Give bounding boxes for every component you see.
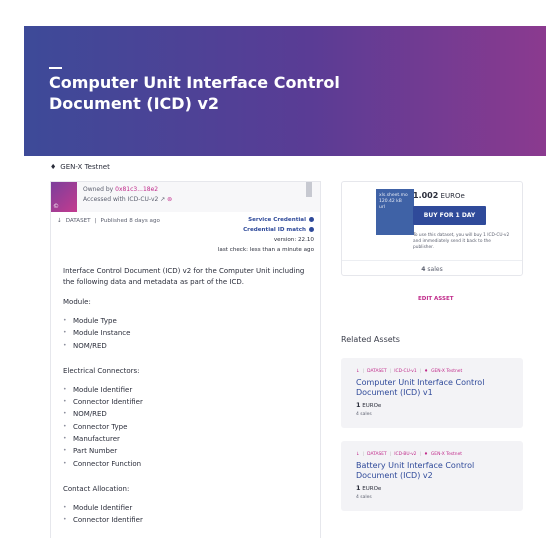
check-icon (309, 217, 314, 222)
edit-asset-link[interactable]: EDIT ASSET (418, 296, 453, 302)
related-asset-title[interactable]: Computer Unit Interface Control Document… (356, 378, 516, 398)
related-price-value: 1 (356, 401, 361, 409)
list-item: Connector Identifier (63, 514, 313, 527)
asset-type: DATASET (65, 218, 91, 224)
file-type: url (379, 205, 385, 210)
section-title: Contact Allocation: (63, 484, 130, 493)
download-icon: ↓ (356, 369, 360, 374)
section-list: Module Identifier Connector Identifier (63, 502, 313, 527)
section-title: Module: (63, 298, 91, 306)
page-title: Computer Unit Interface Control Document… (49, 73, 340, 113)
network-label: GEN-X Testnet (60, 163, 110, 171)
list-item: Manufacturer (63, 433, 313, 446)
metamask-icon[interactable]: ⊚ (167, 196, 172, 203)
description-intro: Interface Control Document (ICD) v2 for … (63, 267, 305, 286)
list-item: Module Type (63, 315, 313, 328)
related-asset-price: 1 EUROe (356, 484, 381, 492)
network-icon: ♦ (424, 369, 429, 374)
related-price-currency: EUROe (362, 403, 382, 409)
related-asset-card[interactable]: ↓ | DATASET | ICD-CU-v1 | ♦ GEN-X Testnet C… (341, 358, 523, 428)
asset-page: Computer Unit Interface Control Document… (0, 0, 546, 538)
list-item: Part Number (63, 445, 313, 458)
related-asset-sales: 4 sales (356, 495, 372, 500)
related-asset-price: 1 EUROe (356, 401, 381, 409)
sales-count: 4 sales (342, 260, 522, 273)
list-item: NOM/RED (63, 408, 313, 421)
external-link-icon[interactable]: ↗ (158, 196, 165, 203)
service-credential[interactable]: Service Credential (248, 217, 306, 223)
section-title: Electrical Connectors: (63, 366, 140, 375)
list-item: Module Identifier (63, 384, 313, 397)
network-icon: ♦ (423, 452, 428, 457)
file-thumbnail: xls.sheet.mo 120.42 kB url (376, 189, 414, 235)
datatoken-link[interactable]: ICD-CU-v2 (128, 196, 159, 203)
price-value: 1.002 (413, 191, 439, 200)
asset-description: Interface Control Document (ICD) v2 for … (63, 266, 313, 527)
list-item: Module Identifier (63, 502, 313, 515)
sales-label: sales (427, 266, 443, 273)
related-asset-tags: ↓ | DATASET | ICD-BU-v2 | ♦ GEN-X Testnet (356, 452, 462, 457)
owner-row: © Owned by 0x81c3...18e2 Accessed with I… (51, 182, 320, 212)
network-badge: ♦ GEN-X Testnet (50, 163, 110, 171)
price-currency: EUROe (440, 192, 465, 200)
related-price-value: 1 (356, 484, 361, 492)
list-item: Connector Type (63, 421, 313, 434)
meta-separator: | (94, 218, 97, 224)
owner-address-link[interactable]: 0x81c3...18e2 (115, 186, 158, 193)
sales-number: 4 (421, 266, 426, 273)
related-asset-sales: 4 sales (356, 412, 372, 417)
related-assets-heading: Related Assets (341, 335, 400, 344)
list-item: Connector Function (63, 458, 313, 471)
related-asset-title[interactable]: Battery Unit Interface Control Document … (356, 461, 516, 481)
related-asset-tags: ↓ | DATASET | ICD-CU-v1 | ♦ GEN-X Testnet (356, 369, 463, 374)
price: 1.002 EUROe (413, 191, 465, 200)
asset-details-card: © Owned by 0x81c3...18e2 Accessed with I… (50, 181, 321, 538)
accessed-with-label: Accessed with (83, 196, 126, 203)
buy-panel: xls.sheet.mo 120.42 kB url 1.002 EUROe B… (341, 181, 523, 276)
bookmark-icon[interactable] (306, 182, 312, 197)
owned-by-label: Owned by (83, 186, 114, 193)
section-list: Module Identifier Connector Identifier N… (63, 384, 313, 470)
buy-button[interactable]: BUY FOR 1 DAY (413, 206, 486, 225)
published-date: Published 8 days ago (100, 218, 160, 224)
list-item: Connector Identifier (63, 396, 313, 409)
credential-id-match[interactable]: Credential ID match (243, 227, 306, 233)
related-network: GEN-X Testnet (431, 369, 463, 374)
download-icon: ↓ (57, 218, 62, 224)
section-list: Module Type Module Instance NOM/RED (63, 315, 313, 352)
version: version: 22.10 (273, 237, 314, 243)
buy-note: To use this dataset, you will buy 1 ICD-… (413, 233, 510, 250)
related-symbol: ICD-CU-v1 (394, 369, 417, 374)
list-item: NOM/RED (63, 340, 313, 353)
owner-line: Owned by 0x81c3...18e2 (83, 186, 158, 193)
related-price-currency: EUROe (362, 486, 382, 492)
check-icon (309, 227, 314, 232)
last-check: last check: less than a minute ago (217, 247, 314, 253)
related-type: DATASET (367, 369, 387, 374)
list-item: Module Instance (63, 327, 313, 340)
asset-meta: ↓ DATASET | Published 8 days ago (57, 218, 160, 224)
related-symbol: ICD-BU-v2 (394, 452, 417, 457)
hero-banner: Computer Unit Interface Control Document… (24, 26, 546, 156)
accessed-line: Accessed with ICD-CU-v2 ↗ ⊚ (83, 196, 172, 203)
title-accent (49, 67, 62, 69)
related-type: DATASET (367, 452, 387, 457)
related-asset-card[interactable]: ↓ | DATASET | ICD-BU-v2 | ♦ GEN-X Testnet B… (341, 441, 523, 511)
download-icon: ↓ (356, 452, 360, 457)
asset-thumbnail: © (51, 182, 77, 212)
network-icon: ♦ (50, 163, 57, 171)
ocean-logo-icon: © (53, 203, 59, 210)
related-network: GEN-X Testnet (430, 452, 462, 457)
credentials: Service Credential Credential ID match v… (218, 215, 314, 255)
